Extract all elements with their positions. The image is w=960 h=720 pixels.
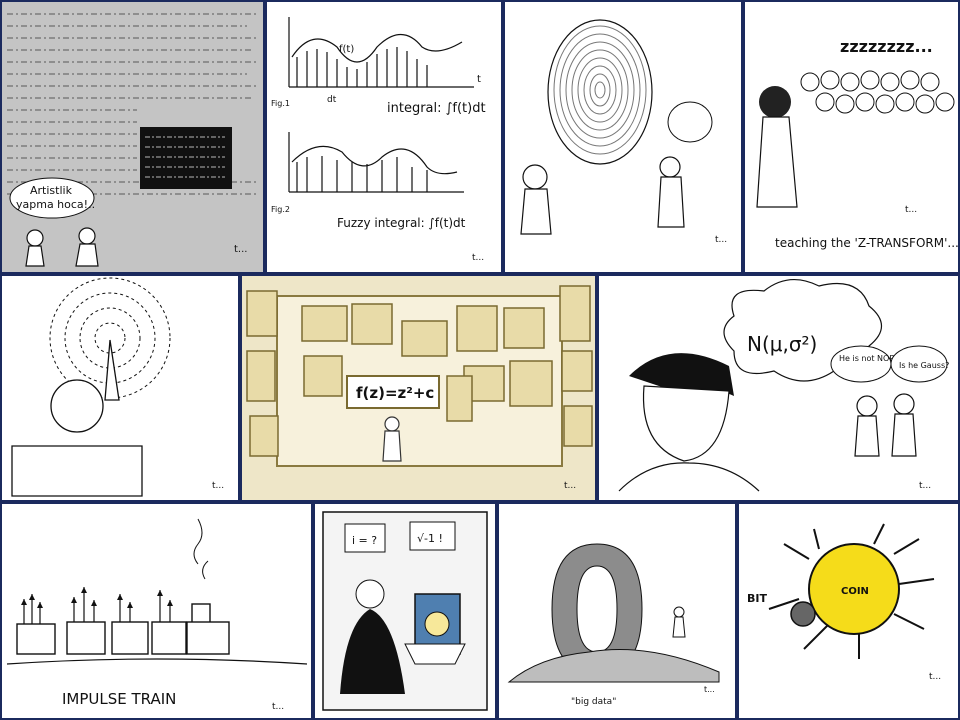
thought-formula: N(μ,σ²) xyxy=(747,332,817,356)
zzz-text: zzzzzzzz... xyxy=(840,37,933,56)
t-axis-label: t xyxy=(477,74,481,85)
panel-ztransform-cartoon: zzzzzzzz... teaching the 'Z-TRANSFORM'..… xyxy=(745,2,958,272)
panel-idea-cartoon: t... xyxy=(2,276,238,500)
bubble-left: i = ? xyxy=(352,534,377,547)
signature: t... xyxy=(929,672,941,682)
panel-gallery-cartoon: f(z)=z²+c t... xyxy=(242,276,595,500)
signature: t... xyxy=(564,481,576,491)
panel-blackboard-cartoon: Artistlik yapma hoca!.. t... xyxy=(2,2,263,272)
bubble-line1: Artistlik xyxy=(30,184,73,197)
panel-gauss-cartoon: N(μ,σ²) He is not NORMAL ! Is he Gauss? … xyxy=(599,276,958,500)
signature: t... xyxy=(234,244,247,255)
ztransform-illustration: zzzzzzzz... teaching the 'Z-TRANSFORM'..… xyxy=(756,37,958,250)
coin-label: COIN xyxy=(841,586,869,597)
panel-fingerprint-cartoon: t... xyxy=(505,2,741,272)
signature: t... xyxy=(919,481,931,491)
bubble-line2: yapma hoca!.. xyxy=(16,198,95,211)
blackboard-illustration: Artistlik yapma hoca!.. t... xyxy=(7,13,257,267)
signature: t... xyxy=(704,685,715,694)
panel-impulse-train-cartoon: IMPULSE TRAIN t... xyxy=(2,504,311,718)
caption: IMPULSE TRAIN xyxy=(62,690,176,708)
panel-bit-coin-cartoon: COIN BIT t... xyxy=(739,504,958,718)
bit-label: BIT xyxy=(747,592,767,605)
signature: t... xyxy=(212,481,224,491)
dt-label: dt xyxy=(327,95,337,105)
caption: "big data" xyxy=(571,697,616,707)
caption: teaching the 'Z-TRANSFORM'... xyxy=(775,236,958,250)
panel-mirror-cartoon: i = ? √-1 ! xyxy=(315,504,495,718)
signature: t... xyxy=(905,205,917,215)
idea-illustration: t... xyxy=(11,277,224,497)
fig2-label: Fig.2 xyxy=(271,205,290,214)
panel-big-data-cartoon: "big data" t... xyxy=(499,504,735,718)
signature: t... xyxy=(472,253,484,263)
signature: t... xyxy=(715,235,727,245)
panel-integral-cartoon: f(t) dt t Fig.1 Fig.2 integral: ∫f(t)dt … xyxy=(267,2,501,272)
fingerprint-illustration: t... xyxy=(520,19,727,245)
formula-label: f(z)=z²+c xyxy=(356,384,434,402)
big-data-illustration: "big data" t... xyxy=(507,543,720,707)
impulse-train-illustration: IMPULSE TRAIN t... xyxy=(6,518,308,712)
gauss-illustration: N(μ,σ²) He is not NORMAL ! Is he Gauss? … xyxy=(618,279,949,492)
integral-label: integral: ∫f(t)dt xyxy=(387,101,486,116)
gallery-illustration: f(z)=z²+c t... xyxy=(246,285,593,491)
fig1-label: Fig.1 xyxy=(271,99,290,108)
bubble-right: Is he Gauss? xyxy=(899,361,949,370)
signature: t... xyxy=(272,702,284,712)
ft-label: f(t) xyxy=(339,44,354,55)
integral-illustration: f(t) dt t Fig.1 Fig.2 integral: ∫f(t)dt … xyxy=(271,17,486,263)
bit-coin-illustration: COIN BIT t... xyxy=(747,523,941,682)
fuzzy-label: Fuzzy integral: ∫f(t)dt xyxy=(337,216,466,230)
mirror-illustration: i = ? √-1 ! xyxy=(322,511,488,711)
bubble-right: √-1 ! xyxy=(417,532,443,545)
